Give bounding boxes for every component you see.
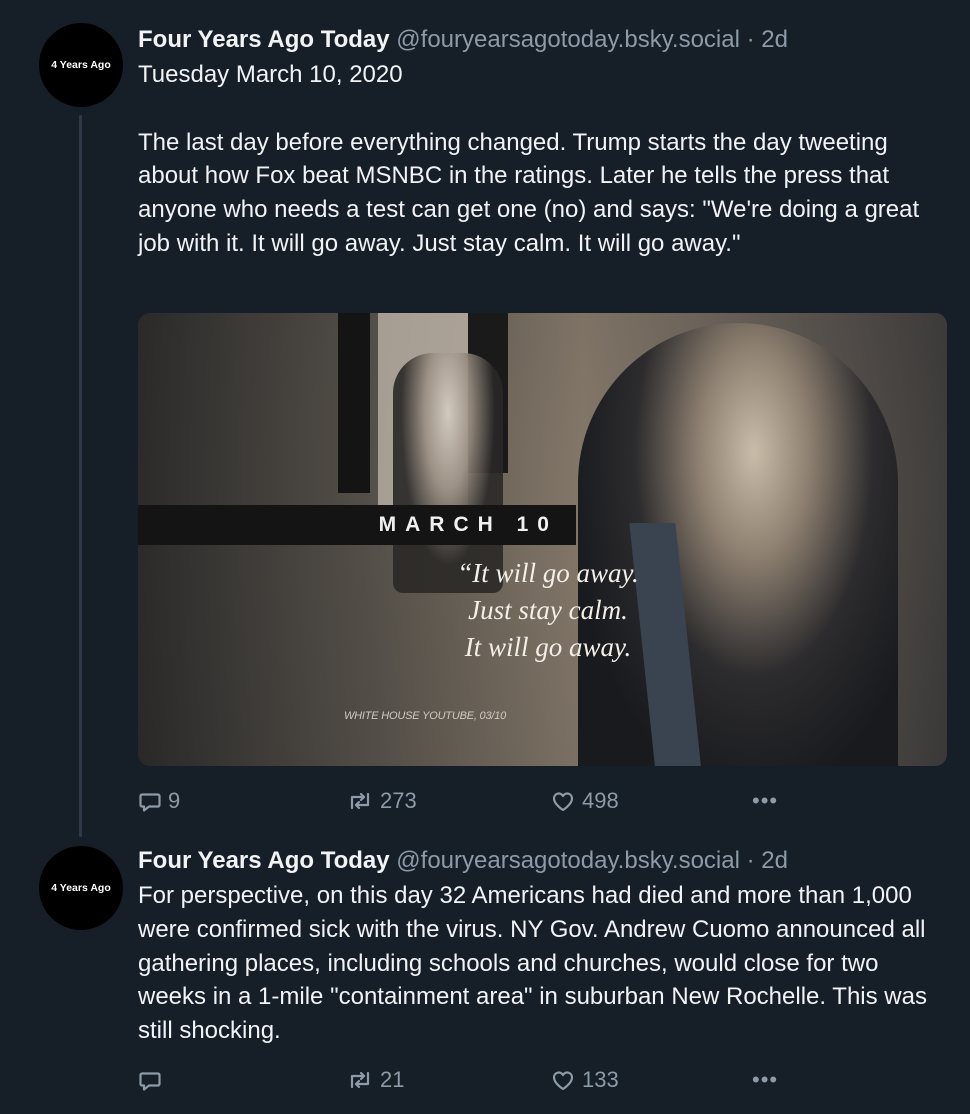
separator-dot: · [746, 26, 755, 53]
reply-button[interactable]: 9 [138, 786, 180, 816]
thread-line [79, 115, 82, 837]
repost-button[interactable]: 273 [346, 786, 417, 816]
more-options-button[interactable]: ••• [752, 1065, 778, 1095]
author-name[interactable]: Four Years Ago Today [138, 847, 390, 874]
repost-button[interactable]: 21 [346, 1065, 404, 1095]
like-icon [550, 789, 576, 813]
post-image[interactable]: MARCH 10 “It will go away. Just stay cal… [138, 313, 947, 766]
like-button[interactable]: 133 [550, 1065, 619, 1095]
reply-button[interactable] [138, 1065, 168, 1095]
like-icon [550, 1068, 576, 1092]
post-actions: 21 133 ••• [138, 1065, 938, 1095]
reply-icon [138, 789, 162, 813]
like-button[interactable]: 498 [550, 786, 619, 816]
post-time[interactable]: 2d [761, 26, 788, 53]
repost-count: 273 [380, 788, 417, 813]
post-text: Tuesday March 10, 2020 The last day befo… [138, 61, 920, 257]
author-handle[interactable]: @fouryearsagotoday.bsky.social [396, 847, 740, 874]
author-avatar[interactable]: 4 Years Ago [39, 846, 123, 930]
image-speaker-figure [578, 323, 898, 766]
post-actions: 9 273 498 ••• [138, 786, 938, 816]
more-icon: ••• [752, 1067, 779, 1092]
separator-dot: · [746, 847, 755, 874]
image-pillar [338, 313, 370, 493]
post-header: Four Years Ago Today @fouryearsagotoday.… [138, 25, 788, 55]
repost-count: 21 [380, 1067, 405, 1092]
reply-icon [138, 1068, 162, 1092]
post-time[interactable]: 2d [761, 847, 788, 874]
post-text: For perspective, on this day 32 American… [138, 882, 934, 1045]
image-quote: “It will go away. Just stay calm. It wil… [457, 558, 639, 662]
avatar-text: 4 Years Ago [51, 59, 111, 71]
like-count: 498 [582, 788, 619, 813]
more-options-button[interactable]: ••• [752, 786, 778, 816]
author-name[interactable]: Four Years Ago Today [138, 26, 390, 53]
author-handle[interactable]: @fouryearsagotoday.bsky.social [396, 26, 740, 53]
like-count: 133 [582, 1067, 619, 1092]
post-header: Four Years Ago Today @fouryearsagotoday.… [138, 846, 788, 876]
more-icon: ••• [752, 788, 779, 813]
author-avatar[interactable]: 4 Years Ago [39, 23, 123, 107]
reply-count: 9 [168, 788, 181, 813]
repost-icon [346, 1068, 374, 1092]
image-date-banner: MARCH 10 [138, 505, 576, 545]
repost-icon [346, 789, 374, 813]
image-credit: WHITE HOUSE YOUTUBE, 03/10 [344, 710, 507, 722]
avatar-text: 4 Years Ago [51, 882, 111, 894]
